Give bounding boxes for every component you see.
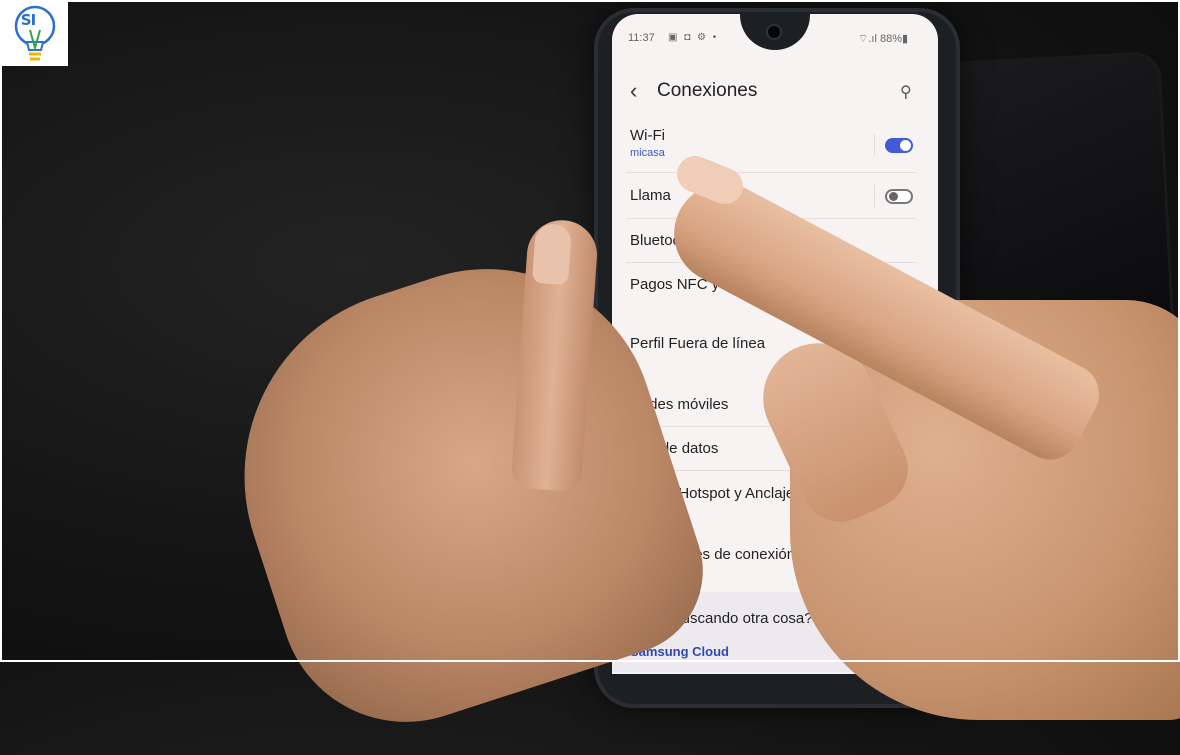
divider bbox=[874, 134, 875, 156]
page-title: Conexiones bbox=[657, 80, 758, 101]
left-thumbnail bbox=[531, 222, 573, 286]
back-icon[interactable]: ‹ bbox=[630, 78, 637, 104]
divider bbox=[874, 185, 875, 207]
wifi-network-name: micasa bbox=[630, 147, 665, 159]
status-time: 11:37 bbox=[628, 32, 655, 44]
settings-item-label: Llama bbox=[630, 187, 671, 204]
search-icon[interactable]: ⚲ bbox=[900, 82, 912, 102]
channel-logo: SI bbox=[2, 2, 68, 66]
logo-text: SI bbox=[20, 11, 36, 29]
llamadas-toggle[interactable] bbox=[885, 189, 913, 204]
front-camera bbox=[768, 26, 780, 38]
battery-signal-indicator: ⌔.ıl 88%▮ bbox=[858, 33, 909, 45]
divider bbox=[626, 172, 916, 173]
settings-item-label: Wi-Fi bbox=[630, 127, 665, 144]
notification-icons: ▣ ◘ ⚙ • bbox=[668, 32, 719, 43]
wifi-toggle[interactable] bbox=[885, 138, 913, 153]
settings-item-offline[interactable]: Perfil Fuera de línea bbox=[630, 335, 765, 352]
